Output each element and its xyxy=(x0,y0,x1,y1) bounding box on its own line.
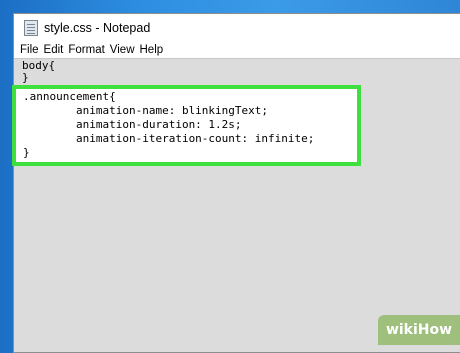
menu-format[interactable]: Format xyxy=(68,44,104,56)
code-line: animation-iteration-count: infinite; xyxy=(23,132,315,145)
menu-help[interactable]: Help xyxy=(140,44,164,56)
menu-file[interactable]: File xyxy=(20,44,39,56)
highlight-box: .announcement{ animation-name: blinkingT… xyxy=(12,85,361,166)
menu-edit[interactable]: Edit xyxy=(44,44,64,56)
notepad-icon xyxy=(24,19,38,36)
code-line: } xyxy=(23,146,30,159)
window-title: style.css - Notepad xyxy=(44,20,151,35)
code-line: animation-duration: 1.2s; xyxy=(23,118,242,131)
title-bar[interactable]: style.css - Notepad xyxy=(14,14,460,41)
code-line: .announcement{ xyxy=(23,90,116,103)
text-editor[interactable]: body{ } .announcement{ animation-name: b… xyxy=(12,58,460,352)
code-line: } xyxy=(22,71,29,84)
notepad-window: style.css - Notepad File Edit Format Vie… xyxy=(12,13,460,353)
wikihow-watermark: wikiHow xyxy=(378,315,460,345)
menu-view[interactable]: View xyxy=(110,44,135,56)
menu-bar: File Edit Format View Help xyxy=(14,41,460,59)
code-line: animation-name: blinkingText; xyxy=(23,104,269,117)
